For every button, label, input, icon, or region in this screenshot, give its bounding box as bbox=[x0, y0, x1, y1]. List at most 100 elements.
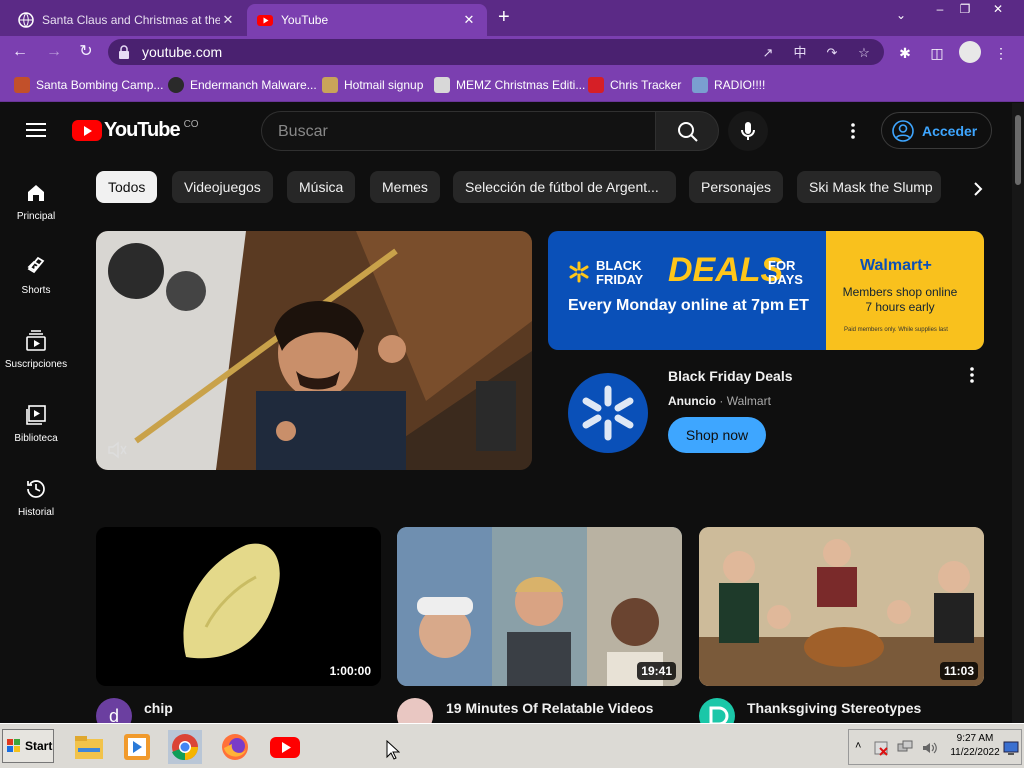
chip-musica[interactable]: Música bbox=[287, 171, 356, 203]
bookmark-item[interactable]: Chris Tracker bbox=[588, 76, 681, 94]
sidebar-item-shorts[interactable]: Shorts bbox=[0, 255, 72, 296]
share-icon[interactable]: ↷ bbox=[824, 45, 840, 61]
windows-logo-icon bbox=[7, 739, 20, 752]
new-tab-button[interactable]: + bbox=[498, 6, 510, 29]
bookmark-label: RADIO!!!! bbox=[714, 78, 766, 92]
back-arrow-icon[interactable]: ← bbox=[10, 42, 30, 62]
search-input[interactable]: Buscar bbox=[261, 111, 656, 151]
ad-banner[interactable]: BLACK FRIDAY DEALS FOR DAYS Every Monday… bbox=[548, 231, 984, 350]
tab-close-icon[interactable]: ✕ bbox=[220, 12, 236, 28]
bookmark-item[interactable]: Hotmail signup bbox=[322, 76, 423, 94]
ad-advertiser: Walmart bbox=[726, 394, 771, 408]
bookmark-label: Endermanch Malware... bbox=[190, 78, 317, 92]
profile-avatar[interactable] bbox=[959, 41, 981, 63]
voice-search-button[interactable] bbox=[728, 111, 768, 151]
chip-memes[interactable]: Memes bbox=[370, 171, 440, 203]
tab-search-chevron-icon[interactable]: ⌄ bbox=[896, 8, 906, 22]
santa-icon bbox=[14, 77, 30, 93]
media-player-icon[interactable] bbox=[120, 730, 154, 764]
logo-text: YouTube bbox=[104, 119, 181, 141]
start-button[interactable]: Start bbox=[2, 729, 54, 763]
settings-kebab-icon[interactable] bbox=[843, 121, 863, 141]
sidebar-item-home[interactable]: Principal bbox=[0, 181, 72, 222]
ad-label: Anuncio bbox=[668, 394, 716, 408]
bookmark-star-icon[interactable]: ☆ bbox=[856, 45, 872, 61]
translate-icon[interactable]: 中 bbox=[792, 45, 808, 61]
video-title[interactable]: Thanksgiving Stereotypes bbox=[747, 700, 921, 716]
forward-arrow-icon[interactable]: → bbox=[44, 42, 64, 62]
chip-seleccion[interactable]: Selección de fútbol de Argent... bbox=[453, 171, 676, 203]
chip-videojuegos[interactable]: Videojuegos bbox=[172, 171, 273, 203]
radio-icon bbox=[692, 77, 708, 93]
chip-ski-mask[interactable]: Ski Mask the Slump bbox=[797, 171, 941, 203]
subscriptions-icon bbox=[26, 330, 46, 351]
tray-expand-icon[interactable]: ˄ bbox=[855, 740, 861, 752]
library-icon bbox=[26, 405, 46, 425]
chip-todos[interactable]: Todos bbox=[96, 171, 158, 203]
page-scrollbar[interactable] bbox=[1012, 103, 1024, 723]
chrome-icon[interactable] bbox=[168, 730, 202, 764]
screen: Santa Claus and Christmas at the N ✕ You… bbox=[0, 0, 1024, 768]
scrollbar-thumb[interactable] bbox=[1015, 115, 1021, 185]
bookmark-item[interactable]: RADIO!!!! bbox=[692, 76, 765, 94]
extensions-icon[interactable]: ✱ bbox=[896, 44, 914, 62]
chip-personajes[interactable]: Personajes bbox=[689, 171, 784, 203]
banner-subtitle: Every Monday online at 7pm ET bbox=[568, 297, 809, 314]
window-close-icon[interactable]: ✕ bbox=[984, 0, 1012, 20]
reload-icon[interactable]: ↻ bbox=[76, 42, 96, 62]
sidebar-item-subscriptions[interactable]: Suscripciones bbox=[0, 329, 72, 370]
bookmark-item[interactable]: Endermanch Malware... bbox=[168, 76, 317, 94]
volume-icon[interactable] bbox=[921, 740, 937, 756]
ad-options-kebab-icon[interactable] bbox=[962, 365, 982, 385]
tab-close-icon[interactable]: ✕ bbox=[461, 12, 477, 28]
security-warning-icon[interactable] bbox=[873, 740, 889, 756]
banner-members: Members shop online 7 hours early bbox=[842, 285, 958, 314]
shop-now-button[interactable]: Shop now bbox=[668, 417, 766, 453]
search-button[interactable] bbox=[655, 111, 719, 151]
sidebar-label: Principal bbox=[16, 211, 56, 222]
video-title[interactable]: 19 Minutes Of Relatable Videos bbox=[446, 700, 653, 716]
sidebar-item-library[interactable]: Biblioteca bbox=[0, 403, 72, 444]
ad-meta: Anuncio · Walmart bbox=[668, 394, 771, 408]
video-duration: 11:03 bbox=[939, 662, 978, 680]
tab-santa[interactable]: Santa Claus and Christmas at the N ✕ bbox=[8, 4, 246, 36]
youtube-icon bbox=[257, 15, 273, 26]
bookmarks-bar: Santa Bombing Camp... Endermanch Malware… bbox=[0, 68, 1024, 102]
address-bar[interactable]: youtube.com ↗ 中 ↷ ☆ bbox=[108, 39, 884, 65]
taskbar: Start ˄ 9:27 AM 11/22/2022 bbox=[0, 723, 1024, 768]
bookmark-item[interactable]: MEMZ Christmas Editi... bbox=[434, 76, 585, 94]
video-title[interactable]: chip bbox=[144, 700, 173, 716]
tab-youtube[interactable]: YouTube ✕ bbox=[247, 4, 487, 36]
open-external-icon[interactable]: ↗ bbox=[760, 45, 776, 61]
youtube-logo[interactable]: YouTube CO bbox=[72, 119, 199, 142]
restore-icon[interactable]: ❐ bbox=[951, 0, 979, 20]
signin-label: Acceder bbox=[922, 122, 978, 139]
video-thumbnail[interactable]: 1:00:00 bbox=[96, 527, 381, 686]
sidebar-item-history[interactable]: Historial bbox=[0, 477, 72, 518]
side-panel-icon[interactable]: ◫ bbox=[928, 44, 946, 62]
menu-icon[interactable] bbox=[26, 123, 46, 137]
chrome-menu-icon[interactable]: ⋮ bbox=[992, 44, 1010, 62]
file-explorer-icon[interactable] bbox=[72, 730, 106, 764]
advertiser-logo[interactable] bbox=[568, 373, 648, 453]
bookmark-item[interactable]: Santa Bombing Camp... bbox=[14, 76, 163, 94]
sidebar-label: Shorts bbox=[21, 285, 51, 296]
minimize-icon[interactable]: – bbox=[926, 0, 954, 20]
clock[interactable]: 9:27 AM 11/22/2022 bbox=[940, 732, 1010, 760]
video-thumbnail[interactable]: 19:41 bbox=[397, 527, 682, 686]
ad-video-player[interactable] bbox=[96, 231, 532, 470]
firefox-icon[interactable] bbox=[218, 730, 252, 764]
banner-deals: DEALS bbox=[668, 251, 784, 289]
video-duration: 1:00:00 bbox=[325, 662, 375, 680]
bookmark-label: Chris Tracker bbox=[610, 78, 682, 92]
search-placeholder: Buscar bbox=[278, 123, 328, 140]
video-thumbnail[interactable]: 11:03 bbox=[699, 527, 984, 686]
signin-button[interactable]: Acceder bbox=[881, 112, 992, 149]
ad-title[interactable]: Black Friday Deals bbox=[668, 368, 793, 384]
walmart-spark-icon bbox=[582, 385, 634, 441]
network-icon[interactable] bbox=[897, 740, 913, 756]
youtube-app-icon[interactable] bbox=[268, 730, 302, 764]
mute-icon[interactable] bbox=[106, 439, 128, 461]
sidebar-label: Biblioteca bbox=[14, 433, 58, 444]
chevron-right-icon[interactable] bbox=[968, 179, 988, 199]
